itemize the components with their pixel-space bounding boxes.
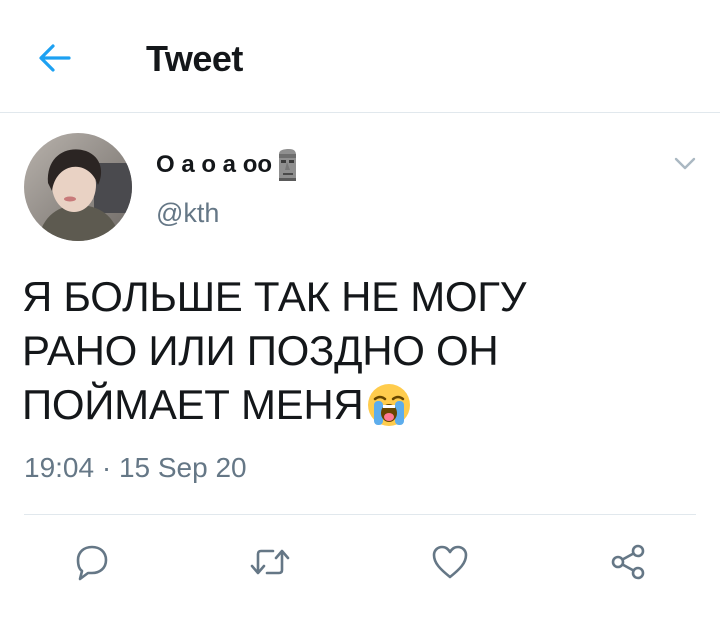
tweet-text-line: РАНО ИЛИ ПОЗДНО ОН <box>22 327 499 374</box>
tweet-text-line: Я БОЛЬШЕ ТАК НЕ МОГУ <box>22 273 527 320</box>
top-bar: Tweet <box>0 0 720 113</box>
like-button[interactable] <box>428 540 472 584</box>
tweet-text-line-last: ПОЙМАЕТ МЕНЯ <box>22 378 702 432</box>
tweet-text: Я БОЛЬШЕ ТАК НЕ МОГУ РАНО ИЛИ ПОЗДНО ОН … <box>22 270 702 432</box>
reply-icon <box>76 545 108 581</box>
tweet-timestamp[interactable]: 19:04 · 15 Sep 20 <box>24 452 247 484</box>
avatar[interactable] <box>24 133 132 241</box>
share-icon <box>611 544 645 580</box>
share-button[interactable] <box>606 540 650 584</box>
author-display-name[interactable]: О а о а оо <box>156 148 298 182</box>
heart-icon <box>432 545 468 579</box>
reply-button[interactable] <box>70 540 114 584</box>
page-title: Tweet <box>146 38 243 79</box>
arrow-left-icon <box>39 44 71 72</box>
chevron-down-icon <box>674 157 696 170</box>
tweet-menu-button[interactable] <box>670 150 700 178</box>
back-button[interactable] <box>30 36 80 80</box>
moai-emoji-icon <box>279 149 297 181</box>
author-name-text: О а о а оо <box>156 151 273 178</box>
tweet-text-line: ПОЙМАЕТ МЕНЯ <box>22 381 364 428</box>
divider <box>24 514 696 515</box>
author-handle[interactable]: @kth <box>156 198 219 229</box>
loudly-crying-face-emoji-icon <box>368 384 411 426</box>
retweet-button[interactable] <box>248 540 292 584</box>
retweet-icon <box>250 549 290 575</box>
avatar-image <box>24 133 132 241</box>
